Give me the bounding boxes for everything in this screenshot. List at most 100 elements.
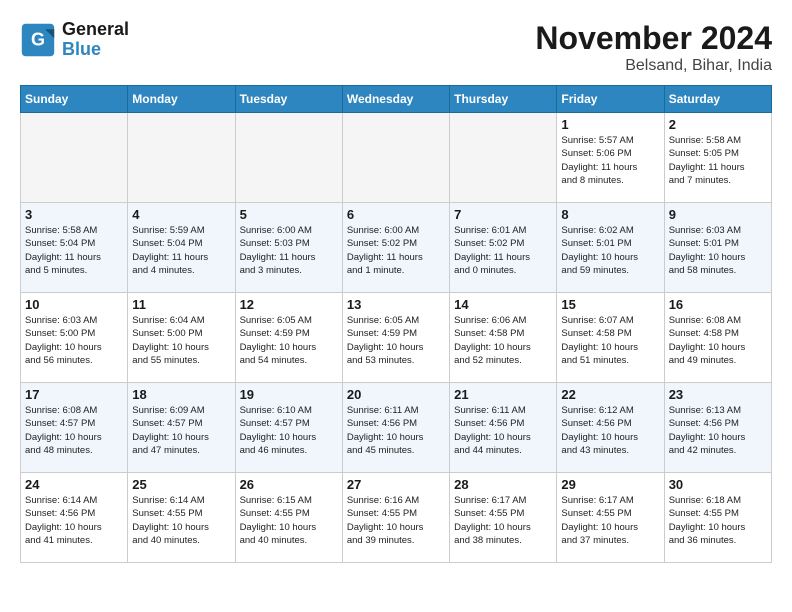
- calendar-cell: [342, 113, 449, 203]
- calendar-cell: 11 Sunrise: 6:04 AM Sunset: 5:00 PM Dayli…: [128, 293, 235, 383]
- day-info: Sunrise: 6:09 AM Sunset: 4:57 PM Dayligh…: [132, 404, 230, 457]
- page-header: G General Blue November 2024 Belsand, Bi…: [20, 20, 772, 75]
- calendar-cell: 30 Sunrise: 6:18 AM Sunset: 4:55 PM Dayli…: [664, 473, 771, 563]
- day-number: 1: [561, 117, 659, 132]
- day-number: 9: [669, 207, 767, 222]
- day-number: 18: [132, 387, 230, 402]
- day-info: Sunrise: 5:58 AM Sunset: 5:05 PM Dayligh…: [669, 134, 767, 187]
- day-info: Sunrise: 6:11 AM Sunset: 4:56 PM Dayligh…: [347, 404, 445, 457]
- day-info: Sunrise: 6:00 AM Sunset: 5:02 PM Dayligh…: [347, 224, 445, 277]
- day-info: Sunrise: 5:57 AM Sunset: 5:06 PM Dayligh…: [561, 134, 659, 187]
- logo-icon: G: [20, 22, 56, 58]
- calendar-week-row: 10 Sunrise: 6:03 AM Sunset: 5:00 PM Dayli…: [21, 293, 772, 383]
- calendar-cell: 10 Sunrise: 6:03 AM Sunset: 5:00 PM Dayli…: [21, 293, 128, 383]
- day-info: Sunrise: 6:06 AM Sunset: 4:58 PM Dayligh…: [454, 314, 552, 367]
- day-number: 3: [25, 207, 123, 222]
- calendar-cell: 16 Sunrise: 6:08 AM Sunset: 4:58 PM Dayli…: [664, 293, 771, 383]
- header-monday: Monday: [128, 86, 235, 113]
- day-number: 4: [132, 207, 230, 222]
- day-info: Sunrise: 6:04 AM Sunset: 5:00 PM Dayligh…: [132, 314, 230, 367]
- title-block: November 2024 Belsand, Bihar, India: [535, 20, 772, 75]
- calendar-cell: 29 Sunrise: 6:17 AM Sunset: 4:55 PM Dayli…: [557, 473, 664, 563]
- day-info: Sunrise: 6:05 AM Sunset: 4:59 PM Dayligh…: [240, 314, 338, 367]
- day-number: 11: [132, 297, 230, 312]
- calendar-title: November 2024: [535, 20, 772, 57]
- header-thursday: Thursday: [450, 86, 557, 113]
- calendar-cell: 13 Sunrise: 6:05 AM Sunset: 4:59 PM Dayli…: [342, 293, 449, 383]
- calendar-cell: [235, 113, 342, 203]
- day-number: 25: [132, 477, 230, 492]
- day-number: 29: [561, 477, 659, 492]
- day-info: Sunrise: 6:00 AM Sunset: 5:03 PM Dayligh…: [240, 224, 338, 277]
- calendar-week-row: 24Sunrise: 6:14 AM Sunset: 4:56 PM Dayli…: [21, 473, 772, 563]
- day-info: Sunrise: 6:13 AM Sunset: 4:56 PM Dayligh…: [669, 404, 767, 457]
- day-number: 28: [454, 477, 552, 492]
- day-number: 21: [454, 387, 552, 402]
- day-number: 8: [561, 207, 659, 222]
- day-info: Sunrise: 6:05 AM Sunset: 4:59 PM Dayligh…: [347, 314, 445, 367]
- calendar-cell: 18 Sunrise: 6:09 AM Sunset: 4:57 PM Dayli…: [128, 383, 235, 473]
- calendar-table: Sunday Monday Tuesday Wednesday Thursday…: [20, 85, 772, 563]
- calendar-cell: 14Sunrise: 6:06 AM Sunset: 4:58 PM Dayli…: [450, 293, 557, 383]
- calendar-cell: 9 Sunrise: 6:03 AM Sunset: 5:01 PM Daylig…: [664, 203, 771, 293]
- day-info: Sunrise: 6:18 AM Sunset: 4:55 PM Dayligh…: [669, 494, 767, 547]
- day-info: Sunrise: 6:03 AM Sunset: 5:00 PM Dayligh…: [25, 314, 123, 367]
- calendar-cell: 20 Sunrise: 6:11 AM Sunset: 4:56 PM Dayli…: [342, 383, 449, 473]
- calendar-cell: 3 Sunrise: 5:58 AM Sunset: 5:04 PM Daylig…: [21, 203, 128, 293]
- header-friday: Friday: [557, 86, 664, 113]
- calendar-cell: 25 Sunrise: 6:14 AM Sunset: 4:55 PM Dayli…: [128, 473, 235, 563]
- header-tuesday: Tuesday: [235, 86, 342, 113]
- day-info: Sunrise: 6:03 AM Sunset: 5:01 PM Dayligh…: [669, 224, 767, 277]
- day-number: 23: [669, 387, 767, 402]
- calendar-cell: 2Sunrise: 5:58 AM Sunset: 5:05 PM Daylig…: [664, 113, 771, 203]
- day-number: 7: [454, 207, 552, 222]
- day-info: Sunrise: 6:08 AM Sunset: 4:58 PM Dayligh…: [669, 314, 767, 367]
- calendar-cell: 8 Sunrise: 6:02 AM Sunset: 5:01 PM Daylig…: [557, 203, 664, 293]
- day-number: 27: [347, 477, 445, 492]
- logo: G General Blue: [20, 20, 129, 60]
- day-number: 10: [25, 297, 123, 312]
- day-number: 30: [669, 477, 767, 492]
- day-number: 5: [240, 207, 338, 222]
- header-saturday: Saturday: [664, 86, 771, 113]
- calendar-cell: 21 Sunrise: 6:11 AM Sunset: 4:56 PM Dayli…: [450, 383, 557, 473]
- calendar-cell: 24Sunrise: 6:14 AM Sunset: 4:56 PM Dayli…: [21, 473, 128, 563]
- calendar-cell: [128, 113, 235, 203]
- day-number: 12: [240, 297, 338, 312]
- calendar-cell: 15Sunrise: 6:07 AM Sunset: 4:58 PM Dayli…: [557, 293, 664, 383]
- day-info: Sunrise: 6:15 AM Sunset: 4:55 PM Dayligh…: [240, 494, 338, 547]
- calendar-week-row: 1 Sunrise: 5:57 AM Sunset: 5:06 PM Daylig…: [21, 113, 772, 203]
- day-number: 6: [347, 207, 445, 222]
- calendar-header-row: Sunday Monday Tuesday Wednesday Thursday…: [21, 86, 772, 113]
- calendar-cell: 19 Sunrise: 6:10 AM Sunset: 4:57 PM Dayli…: [235, 383, 342, 473]
- day-info: Sunrise: 6:17 AM Sunset: 4:55 PM Dayligh…: [454, 494, 552, 547]
- day-number: 20: [347, 387, 445, 402]
- calendar-cell: 28 Sunrise: 6:17 AM Sunset: 4:55 PM Dayli…: [450, 473, 557, 563]
- logo-text: General Blue: [62, 20, 129, 60]
- day-info: Sunrise: 6:11 AM Sunset: 4:56 PM Dayligh…: [454, 404, 552, 457]
- calendar-cell: 4Sunrise: 5:59 AM Sunset: 5:04 PM Daylig…: [128, 203, 235, 293]
- calendar-week-row: 17Sunrise: 6:08 AM Sunset: 4:57 PM Dayli…: [21, 383, 772, 473]
- calendar-cell: 27 Sunrise: 6:16 AM Sunset: 4:55 PM Dayli…: [342, 473, 449, 563]
- calendar-cell: 17Sunrise: 6:08 AM Sunset: 4:57 PM Dayli…: [21, 383, 128, 473]
- day-info: Sunrise: 6:10 AM Sunset: 4:57 PM Dayligh…: [240, 404, 338, 457]
- calendar-cell: 5 Sunrise: 6:00 AM Sunset: 5:03 PM Daylig…: [235, 203, 342, 293]
- day-info: Sunrise: 6:17 AM Sunset: 4:55 PM Dayligh…: [561, 494, 659, 547]
- header-wednesday: Wednesday: [342, 86, 449, 113]
- day-info: Sunrise: 6:16 AM Sunset: 4:55 PM Dayligh…: [347, 494, 445, 547]
- day-info: Sunrise: 6:02 AM Sunset: 5:01 PM Dayligh…: [561, 224, 659, 277]
- day-number: 13: [347, 297, 445, 312]
- day-info: Sunrise: 5:58 AM Sunset: 5:04 PM Dayligh…: [25, 224, 123, 277]
- day-info: Sunrise: 6:08 AM Sunset: 4:57 PM Dayligh…: [25, 404, 123, 457]
- day-info: Sunrise: 6:01 AM Sunset: 5:02 PM Dayligh…: [454, 224, 552, 277]
- calendar-subtitle: Belsand, Bihar, India: [535, 57, 772, 75]
- day-number: 16: [669, 297, 767, 312]
- day-number: 24: [25, 477, 123, 492]
- header-sunday: Sunday: [21, 86, 128, 113]
- svg-text:G: G: [31, 29, 45, 49]
- day-info: Sunrise: 6:14 AM Sunset: 4:55 PM Dayligh…: [132, 494, 230, 547]
- calendar-cell: 6 Sunrise: 6:00 AM Sunset: 5:02 PM Daylig…: [342, 203, 449, 293]
- calendar-cell: [450, 113, 557, 203]
- day-number: 19: [240, 387, 338, 402]
- calendar-cell: 12 Sunrise: 6:05 AM Sunset: 4:59 PM Dayli…: [235, 293, 342, 383]
